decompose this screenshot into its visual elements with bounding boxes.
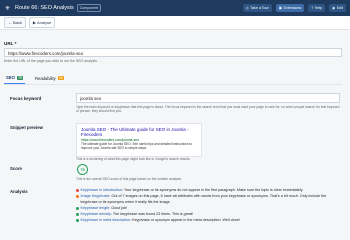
compass-icon: ◎ (245, 6, 249, 10)
success-status-icon (76, 206, 79, 210)
analysis-item: Keyphrase length: Good job! (76, 206, 340, 211)
snippet-help: This is a rendering of what this page mi… (76, 157, 191, 161)
analysis-item: Keyphrase density: The keyphrase was fou… (76, 212, 340, 217)
tab-readability[interactable]: Readability 58 (33, 74, 66, 84)
action-toolbar: ← Back ▶ Analyse (0, 16, 350, 30)
score-help: This is the overall SEO score of this pa… (76, 177, 182, 181)
seo-score-badge: 75 (16, 75, 23, 80)
analysis-tabs: SEO 75 Readability 58 (4, 74, 342, 85)
error-status-icon (76, 189, 79, 193)
url-label: URL * (4, 41, 17, 46)
focus-keyword-label: Focus keyword (10, 96, 42, 101)
snippet-description: The ultimate guide for Joomla SEO. See u… (81, 142, 193, 150)
success-status-icon (76, 218, 79, 222)
user-icon: ◉ (332, 6, 336, 10)
back-button[interactable]: ← Back (4, 17, 26, 28)
focus-keyword-input[interactable]: joomla seo (76, 93, 340, 103)
top-actions: ◎ Take a Tour ▣ Extensions ? Help ◉ Edit (242, 4, 350, 12)
analysis-link[interactable]: Keyphrase length (81, 206, 110, 210)
take-a-tour-button[interactable]: ◎ Take a Tour (242, 4, 272, 12)
analysis-link[interactable]: Keyphrase in introduction (81, 188, 123, 192)
component-pill: Component (76, 4, 102, 12)
url-input[interactable]: https://www.firecoders.com/joomla-seo (4, 48, 342, 57)
snippet-title: Joomla SEO - The Ultimate guide for SEO … (81, 127, 189, 138)
analysis-item: Keyphrase in introduction: Your keyphras… (76, 188, 340, 193)
page-header: Route 66: SEO Analysis Component (15, 4, 102, 12)
back-arrow-icon: ← (8, 20, 12, 25)
page-title: Route 66: SEO Analysis (15, 5, 74, 11)
analysis-item: Keyphrase in meta description: Keyphrase… (76, 218, 340, 223)
top-navigation: ✳ Route 66: SEO Analysis Component ◎ Tak… (0, 0, 350, 16)
score-label: Score (10, 166, 22, 171)
snippet-preview: Joomla SEO - The Ultimate guide for SEO … (76, 123, 202, 157)
play-icon: ▶ (32, 20, 36, 25)
analysis-link[interactable]: Keyphrase density (81, 212, 111, 216)
analysis-link[interactable]: Keyphrase in meta description (81, 218, 131, 222)
joomla-logo-icon[interactable]: ✳ (5, 5, 10, 12)
snippet-preview-label: Snippet preview (10, 125, 43, 130)
help-icon: ? (311, 6, 314, 10)
success-status-icon (76, 212, 79, 216)
readability-score-badge: 58 (57, 76, 64, 80)
warning-status-icon (76, 195, 79, 199)
puzzle-icon: ▣ (278, 6, 283, 10)
focus-keyword-help: Type the main keyword or keyphrase that … (76, 105, 340, 113)
edit-button[interactable]: ◉ Edit (329, 4, 346, 12)
analysis-list: Keyphrase in introduction: Your keyphras… (76, 188, 340, 224)
analyse-button[interactable]: ▶ Analyse (28, 17, 56, 28)
analysis-link[interactable]: Image Keyphrase (81, 194, 110, 198)
seo-score-circle: 75 (77, 164, 88, 175)
extensions-button[interactable]: ▣ Extensions (275, 4, 305, 12)
analysis-item: Image Keyphrase: Out of 7 images on this… (76, 194, 340, 205)
url-help-text: Enter the URL of the page you wish to ru… (4, 59, 98, 63)
analysis-label: Analysis (10, 189, 28, 194)
help-button[interactable]: ? Help (308, 4, 326, 12)
tab-seo[interactable]: SEO 75 (4, 74, 25, 84)
